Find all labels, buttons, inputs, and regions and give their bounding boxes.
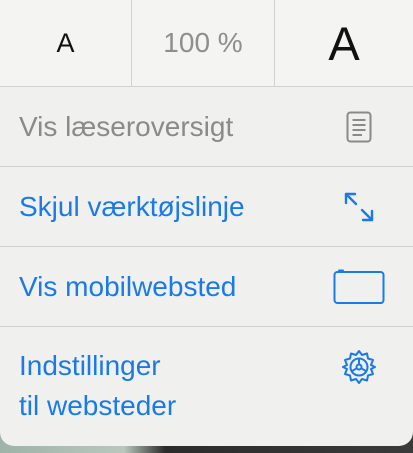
website-settings-item[interactable]: Indstillinger til websteder <box>0 327 413 445</box>
website-settings-label-line2: til websteder <box>19 390 177 421</box>
text-zoom-row: A 100 % A <box>0 0 413 87</box>
hide-toolbar-item[interactable]: Skjul værktøjslinje <box>0 167 413 247</box>
decrease-text-size-button[interactable]: A <box>0 0 132 86</box>
hide-toolbar-label: Skjul værktøjslinje <box>19 190 245 222</box>
zoom-level-value: 100 % <box>163 27 243 58</box>
page-settings-popover: A 100 % A Vis læseroversigt Skjul værktø… <box>0 0 413 446</box>
gear-icon <box>333 347 385 387</box>
increase-text-size-label: A <box>328 16 360 70</box>
expand-arrows-icon <box>333 187 385 227</box>
show-mobile-site-label: Vis mobilwebsted <box>19 270 237 302</box>
reader-view-icon <box>333 107 385 147</box>
show-reader-view-label: Vis læseroversigt <box>19 110 234 142</box>
decrease-text-size-label: A <box>56 27 75 58</box>
zoom-level-button[interactable]: 100 % <box>132 0 275 86</box>
increase-text-size-button[interactable]: A <box>275 0 413 86</box>
mobile-device-icon <box>333 267 385 307</box>
website-settings-label: Indstillinger til websteder <box>19 346 176 426</box>
show-mobile-site-item[interactable]: Vis mobilwebsted <box>0 247 413 327</box>
show-reader-view-item[interactable]: Vis læseroversigt <box>0 87 413 167</box>
website-settings-label-line1: Indstillinger <box>19 350 161 381</box>
